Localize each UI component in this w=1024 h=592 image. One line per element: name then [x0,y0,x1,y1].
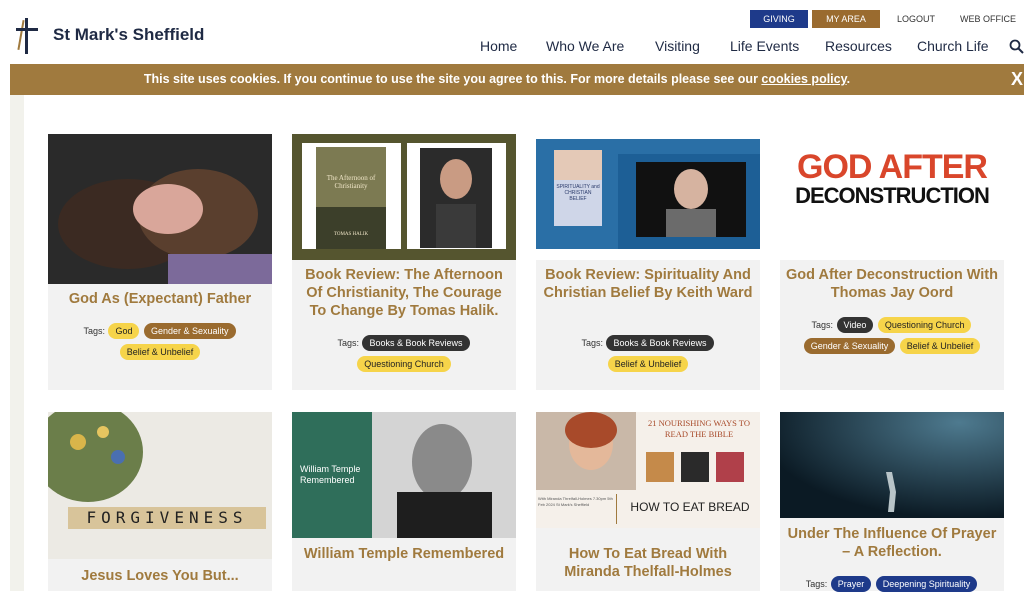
post-card[interactable]: William Temple Remembered William Temple… [292,412,516,591]
book-author-text: TOMAS HALIK [333,232,369,237]
post-title[interactable]: Jesus Loves You But... [54,567,266,585]
cookie-banner: This site uses cookies. If you continue … [10,64,1024,95]
tag-deepening-spirituality[interactable]: Deepening Spirituality [875,576,978,592]
nav-home[interactable]: Home [480,38,517,54]
tag-belief-unbelief[interactable]: Belief & Unbelief [899,338,981,354]
tag-gender-sexuality[interactable]: Gender & Sexuality [144,323,236,339]
post-title[interactable]: Book Review: The Afternoon Of Christiani… [298,266,510,320]
post-title[interactable]: God After Deconstruction With Thomas Jay… [786,266,998,302]
post-title[interactable]: William Temple Remembered [298,545,510,563]
tag-video[interactable]: Video [836,317,874,333]
bread-main-text: HOW TO EAT BREAD [630,500,750,514]
deconstruction-text: DECONSTRUCTION [795,183,990,208]
left-rail [10,95,24,591]
web-office-link[interactable]: WEB OFFICE [952,10,1024,28]
forgiveness-photo [48,412,272,559]
post-card[interactable]: GOD AFTER DECONSTRUCTION God After Decon… [780,134,1004,390]
post-image[interactable]: The Afternoon of Christianity TOMAS HALI… [292,134,516,260]
book-title-text: SPIRITUALITY and CHRISTIAN BELIEF [556,184,600,202]
william-temple-caption: William Temple Remembered [300,464,361,485]
tags-label: Tags: [581,338,603,348]
tag-questioning-church[interactable]: Questioning Church [877,317,972,333]
tag-row: Tags: Video Questioning Church [780,317,1004,333]
post-card[interactable]: SPIRITUALITY and CHRISTIAN BELIEF Book R… [536,134,760,390]
tag-row: Tags: Books & Book Reviews [292,335,516,351]
post-title[interactable]: God As (Expectant) Father [54,290,266,308]
cookies-policy-link[interactable]: cookies policy [761,72,846,86]
nav-who-we-are[interactable]: Who We Are [546,38,624,54]
tag-row: Tags: Prayer Deepening Spirituality [780,576,1004,592]
nav-resources[interactable]: Resources [825,38,892,54]
post-image[interactable] [780,412,1004,518]
post-card[interactable]: God As (Expectant) Father Tags: God Gend… [48,134,272,390]
hands-photo [48,134,272,284]
tag-row: Questioning Church [292,356,516,372]
post-image[interactable]: 21 NOURISHING WAYS TO READ THE BIBLE HOW… [536,412,760,528]
post-title[interactable]: Book Review: Spirituality And Christian … [542,266,754,302]
prayer-hand-photo [780,412,1004,518]
post-card[interactable]: The Afternoon of Christianity TOMAS HALI… [292,134,516,390]
tag-belief-unbelief[interactable]: Belief & Unbelief [607,356,689,372]
site-header: St Mark's Sheffield GIVING MY AREA LOGOU… [0,0,1024,64]
tag-books-reviews[interactable]: Books & Book Reviews [606,335,714,351]
close-icon[interactable]: X [1010,64,1024,95]
tag-prayer[interactable]: Prayer [830,576,872,592]
post-image[interactable]: William Temple Remembered [292,412,516,538]
post-image[interactable] [48,134,272,284]
nav-life-events[interactable]: Life Events [730,38,799,54]
god-after-text: GOD AFTER [797,148,988,186]
bread-top-text: 21 NOURISHING WAYS TO READ THE BIBLE [648,418,750,439]
post-card[interactable]: 21 NOURISHING WAYS TO READ THE BIBLE HOW… [536,412,760,591]
tag-books-reviews[interactable]: Books & Book Reviews [362,335,470,351]
cookie-text: This site uses cookies. If you continue … [143,72,762,86]
post-title[interactable]: How To Eat Bread With Miranda Thelfall-H… [542,545,754,581]
bread-meta-text: With Miranda Threlfall-Holmes 7.30pm 5th… [538,496,613,507]
tags-label: Tags: [805,579,828,589]
tag-questioning-church[interactable]: Questioning Church [357,356,451,372]
forgiveness-tiles-text: FORGIVENESS [86,508,248,527]
post-card[interactable]: FORGIVENESS Jesus Loves You But... [48,412,272,591]
nav-visiting[interactable]: Visiting [655,38,700,54]
my-area-link[interactable]: MY AREA [812,10,880,28]
book-title-text: The Afternoon of Christianity [326,174,376,190]
site-logo-icon[interactable] [14,18,40,54]
post-title[interactable]: Under The Influence Of Prayer – A Reflec… [786,525,998,561]
cookie-text-end: . [846,72,851,86]
tag-row: Tags: God Gender & Sexuality [48,323,272,339]
tag-row: Belief & Unbelief [48,344,272,360]
post-image[interactable]: GOD AFTER DECONSTRUCTION [780,134,1004,260]
tag-row: Belief & Unbelief [536,356,760,372]
logout-link[interactable]: LOGOUT [884,10,948,28]
tags-label: Tags: [83,326,105,336]
nav-church-life[interactable]: Church Life [917,38,989,54]
post-image[interactable]: SPIRITUALITY and CHRISTIAN BELIEF [536,134,760,260]
post-card[interactable]: Under The Influence Of Prayer – A Reflec… [780,412,1004,592]
tag-row: Gender & Sexuality Belief & Unbelief [780,338,1004,354]
tag-god[interactable]: God [108,323,140,339]
tags-label: Tags: [811,320,834,330]
tag-row: Tags: Books & Book Reviews [536,335,760,351]
book-review-image [292,134,516,260]
giving-link[interactable]: GIVING [750,10,808,28]
tag-belief-unbelief[interactable]: Belief & Unbelief [119,344,201,360]
search-icon[interactable] [1009,39,1024,54]
post-image[interactable]: FORGIVENESS [48,412,272,559]
tag-gender-sexuality[interactable]: Gender & Sexuality [803,338,896,354]
site-title[interactable]: St Mark's Sheffield [53,25,204,45]
tags-label: Tags: [337,338,359,348]
